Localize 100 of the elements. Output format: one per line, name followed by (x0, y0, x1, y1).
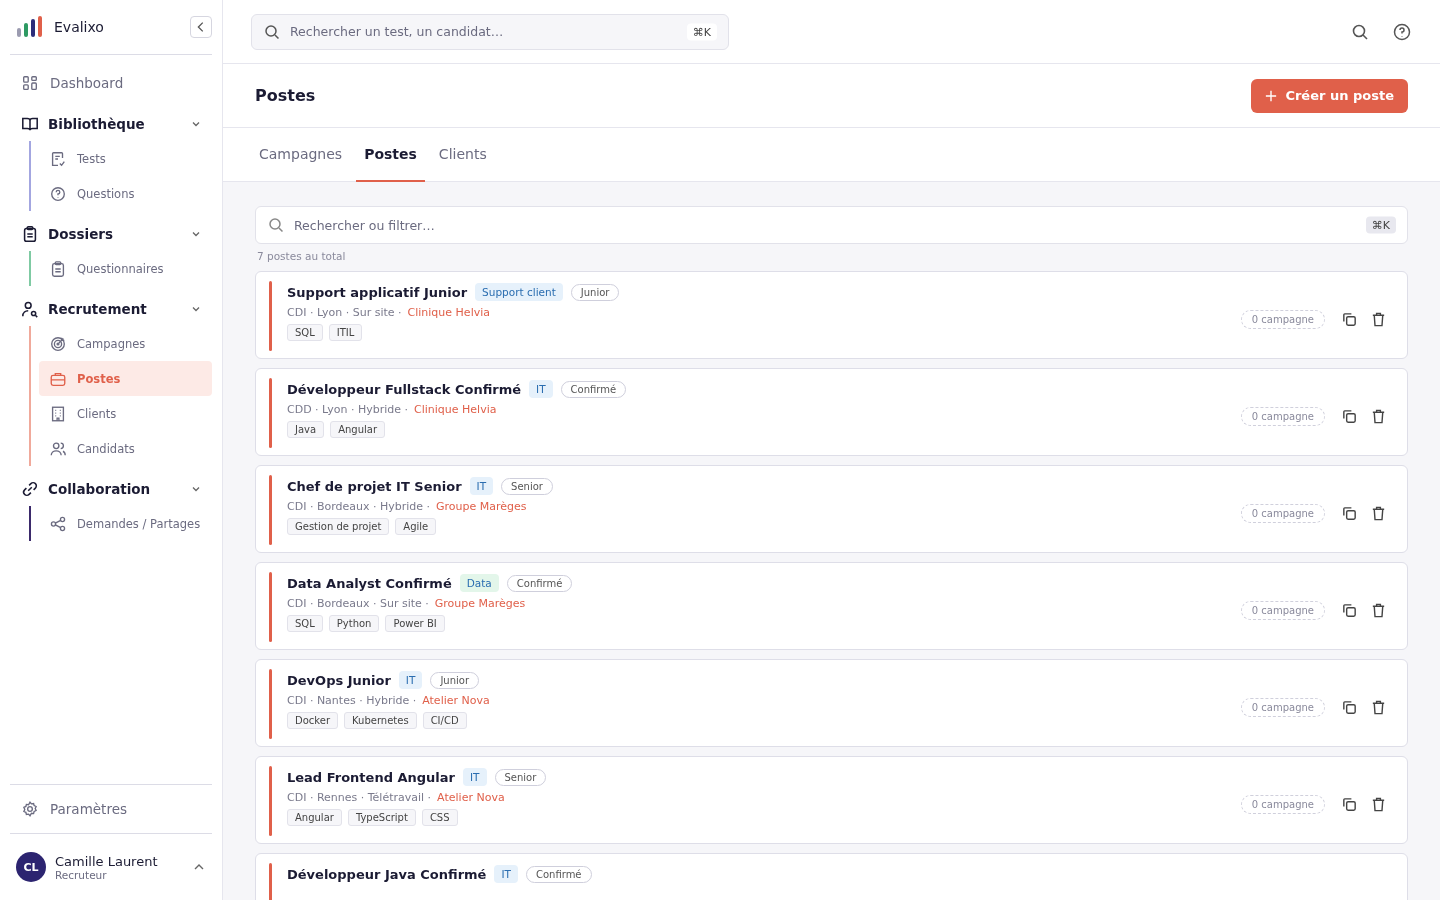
job-title: Développeur Fullstack Confirmé (287, 381, 522, 397)
skill-tag: SQL (287, 324, 323, 341)
nav-item[interactable]: Demandes / Partages (39, 506, 212, 541)
trash-icon[interactable] (1370, 311, 1387, 328)
client-link[interactable]: Atelier Nova (422, 694, 490, 707)
nav-item[interactable]: Dashboard (10, 63, 212, 103)
clipboard-icon (49, 259, 67, 278)
target-icon (49, 334, 67, 353)
search-icon (264, 23, 280, 40)
nav-label: Postes (77, 371, 121, 386)
settings-link[interactable]: Paramètres (10, 789, 212, 829)
nav-group[interactable]: Bibliothèque (10, 107, 212, 141)
duplicate-icon[interactable] (1341, 505, 1358, 522)
nav-label: Candidats (77, 441, 135, 456)
nav-item[interactable]: Questionnaires (39, 251, 212, 286)
client-link[interactable]: Groupe Marèges (434, 597, 526, 610)
category-tag: IT (463, 768, 487, 786)
nav-group-label: Bibliothèque (48, 116, 145, 132)
nav-label: Demandes / Partages (77, 516, 201, 531)
job-card[interactable]: Data Analyst Confirmé Data Confirmé CDI · Bordeaux · Sur site · Groupe Marèges SQL Python Power BI 0 campagne (255, 562, 1408, 650)
job-meta: CDI · Rennes · Télétravail · (287, 791, 432, 804)
client-link[interactable]: Clinique Helvia (407, 306, 490, 319)
job-meta: CDI · Bordeaux · Hybride · (287, 500, 431, 513)
nav-item[interactable]: Questions (39, 176, 212, 211)
nav-label: Campagnes (77, 336, 146, 351)
client-link[interactable]: Clinique Helvia (414, 403, 497, 416)
link-icon (21, 480, 39, 498)
shortcut-key: ⌘K (686, 23, 717, 40)
help-icon (49, 184, 67, 203)
skill-tag: ITIL (328, 324, 363, 341)
collapse-button[interactable] (190, 16, 212, 38)
job-meta: CDI · Nantes · Hybride · (287, 694, 417, 707)
skill-tag: Python (328, 615, 380, 632)
logo-icon (16, 16, 44, 38)
nav-label: Questionnaires (77, 261, 164, 276)
nav-item[interactable]: Candidats (39, 431, 212, 466)
nav-group[interactable]: Collaboration (10, 472, 212, 506)
tab[interactable]: Campagnes (251, 128, 351, 182)
job-card[interactable]: Chef de projet IT Senior IT Senior CDI · Bordeaux · Hybride · Groupe Marèges Gestion de projet Agile 0 campagne (255, 465, 1408, 553)
job-title: Support applicatif Junior (287, 284, 468, 300)
job-card[interactable]: DevOps Junior IT Junior CDI · Nantes · Hybride · Atelier Nova Docker Kubernetes CI/CD 0 campagne (255, 659, 1408, 747)
brand-name: Evalixo (54, 19, 105, 35)
job-card[interactable]: Développeur Fullstack Confirmé IT Confirmé CDD · Lyon · Hybride · Clinique Helvia Java Angular 0 campagne (255, 368, 1408, 456)
skill-tag: Docker (287, 712, 338, 729)
shortcut-key: ⌘K (1365, 216, 1396, 234)
search-icon (268, 217, 284, 233)
duplicate-icon[interactable] (1341, 796, 1358, 813)
job-card[interactable]: Support applicatif Junior Support client Junior CDI · Lyon · Sur site · Clinique Helvia SQL ITIL 0 campagne (255, 271, 1408, 359)
nav-group[interactable]: Dossiers (10, 217, 212, 251)
nav-item[interactable]: Campagnes (39, 326, 212, 361)
duplicate-icon[interactable] (1341, 311, 1358, 328)
nav-group-label: Recrutement (48, 301, 147, 317)
total-count: 7 postes au total (256, 249, 347, 264)
skill-tag: Gestion de projet (287, 518, 390, 535)
job-meta: CDD · Lyon · Hybride · (287, 403, 409, 416)
nav-label: Tests (77, 151, 106, 166)
plus-icon (1265, 89, 1278, 102)
skill-tag: SQL (287, 615, 323, 632)
trash-icon[interactable] (1370, 796, 1387, 813)
trash-icon[interactable] (1370, 408, 1387, 425)
duplicate-icon[interactable] (1341, 699, 1358, 716)
nav-label: Questions (77, 186, 135, 201)
job-card[interactable]: Lead Frontend Angular IT Senior CDI · Rennes · Télétravail · Atelier Nova Angular TypeScript CSS 0 campagne (255, 756, 1408, 844)
nav-item[interactable]: Clients (39, 396, 212, 431)
job-meta: CDI · Bordeaux · Sur site · (287, 597, 429, 610)
skill-tag: CI/CD (422, 712, 467, 729)
category-tag: IT (469, 477, 494, 495)
job-title: Data Analyst Confirmé (287, 575, 452, 591)
client-link[interactable]: Atelier Nova (437, 791, 505, 804)
trash-icon[interactable] (1370, 505, 1387, 522)
trash-icon[interactable] (1370, 602, 1387, 619)
tab[interactable]: Clients (430, 128, 495, 182)
nav-group[interactable]: Recrutement (10, 292, 212, 326)
duplicate-icon[interactable] (1341, 602, 1358, 619)
nav-label: Clients (77, 406, 117, 421)
nav-label: Paramètres (50, 801, 127, 817)
nav-item[interactable]: Postes (39, 361, 212, 396)
category-tag: IT (398, 671, 423, 689)
nav-group-label: Dossiers (48, 226, 114, 242)
trash-icon[interactable] (1370, 699, 1387, 716)
building-icon (49, 404, 67, 423)
job-title: Chef de projet IT Senior (287, 478, 462, 494)
settings-icon (21, 800, 39, 818)
nav-item[interactable]: Tests (39, 141, 212, 176)
category-tag: Support client (475, 283, 563, 301)
skill-tag: Java (287, 421, 325, 438)
clipboard-icon (21, 225, 39, 243)
skill-tag: Angular (330, 421, 385, 438)
skill-tag: Kubernetes (344, 712, 417, 729)
help-icon[interactable] (1392, 21, 1412, 42)
client-link[interactable]: Groupe Marèges (436, 500, 527, 513)
create-button[interactable]: Créer un poste (1251, 78, 1408, 113)
user-name: Camille Laurent (55, 853, 159, 869)
job-card[interactable]: Développeur Java Confirmé IT Confirmé (255, 853, 1408, 900)
book-icon (21, 115, 39, 133)
job-meta: CDI · Lyon · Sur site · (287, 306, 402, 319)
page-title: Postes (255, 86, 316, 105)
user-search-icon (21, 300, 39, 318)
duplicate-icon[interactable] (1341, 408, 1358, 425)
category-tag: IT (529, 380, 553, 398)
